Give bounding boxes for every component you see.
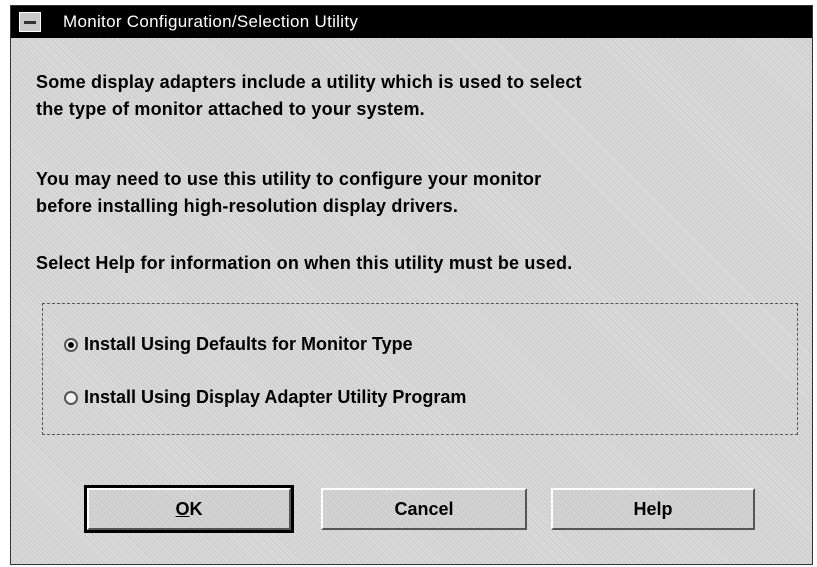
radio-label: Install Using Defaults for Monitor Type — [84, 334, 413, 354]
ok-button[interactable]: OK — [84, 485, 294, 533]
help-button[interactable]: Help — [551, 488, 755, 530]
message-paragraph-2: You may need to use this utility to conf… — [36, 166, 806, 220]
message-line: Select Help for information on when this… — [36, 253, 573, 273]
message-line: You may need to use this utility to conf… — [36, 169, 542, 189]
message-line: the type of monitor attached to your sys… — [36, 99, 425, 119]
system-menu-icon[interactable] — [19, 12, 41, 32]
radio-install-defaults[interactable]: Install Using Defaults for Monitor Type — [64, 334, 413, 355]
message-paragraph-1: Some display adapters include a utility … — [36, 69, 806, 123]
message-line: Some display adapters include a utility … — [36, 72, 582, 92]
cancel-button[interactable]: Cancel — [321, 488, 527, 530]
radio-label: Install Using Display Adapter Utility Pr… — [84, 387, 467, 407]
radio-checked-icon[interactable] — [64, 337, 78, 352]
radio-unchecked-icon[interactable] — [64, 390, 78, 405]
radio-install-utility-program[interactable]: Install Using Display Adapter Utility Pr… — [64, 387, 466, 408]
ok-mnemonic: O — [175, 498, 190, 519]
title-bar[interactable]: Monitor Configuration/Selection Utility — [11, 6, 812, 38]
install-option-group: Install Using Defaults for Monitor Type … — [42, 303, 798, 435]
cancel-label: Cancel — [394, 498, 454, 519]
ok-label: K — [189, 498, 203, 519]
message-line: before installing high-resolution displa… — [36, 196, 459, 216]
message-paragraph-3: Select Help for information on when this… — [36, 250, 806, 277]
monitor-configuration-dialog: Monitor Configuration/Selection Utility … — [10, 5, 813, 565]
window-title: Monitor Configuration/Selection Utility — [63, 12, 359, 31]
help-label: Help — [633, 498, 673, 519]
